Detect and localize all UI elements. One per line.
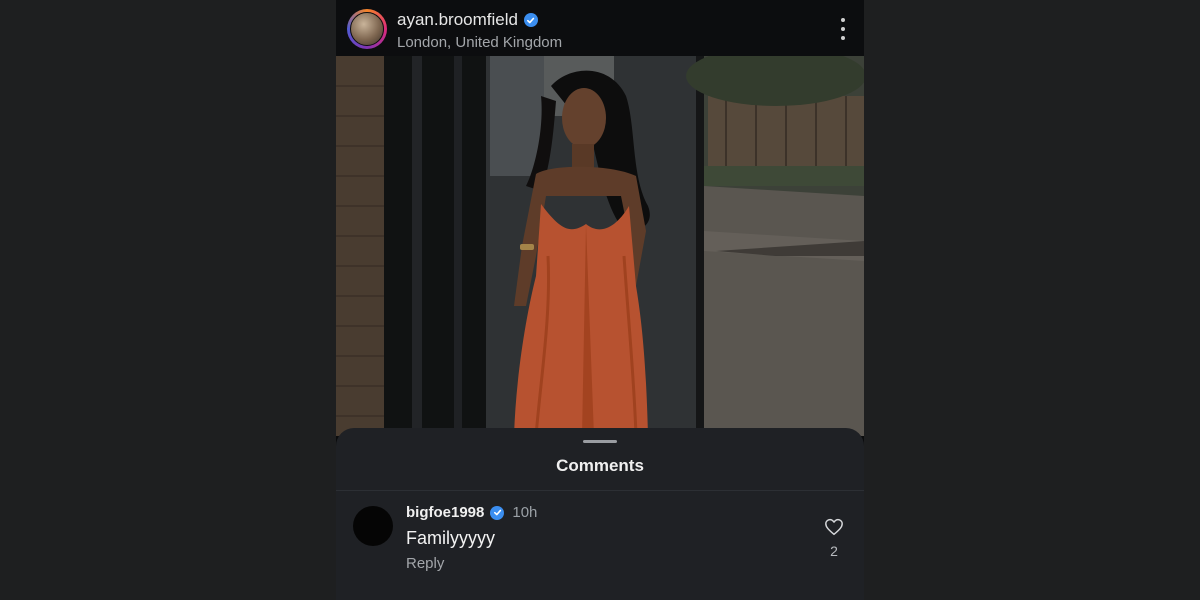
comment-timestamp: 10h: [512, 504, 538, 521]
username-row: ayan.broomfield: [397, 10, 538, 30]
instagram-post-view: ayan.broomfield London, United Kingdom C…: [336, 0, 864, 600]
post-photo[interactable]: [336, 56, 864, 436]
post-username[interactable]: ayan.broomfield: [397, 10, 518, 30]
post-location[interactable]: London, United Kingdom: [397, 34, 562, 51]
comment-text: Familyyyyy: [406, 528, 495, 548]
comments-title: Comments: [556, 456, 644, 475]
comment-header: bigfoe1998 10h: [406, 504, 537, 521]
profile-avatar[interactable]: [347, 9, 387, 49]
divider: [336, 490, 864, 491]
heart-icon[interactable]: [824, 518, 844, 536]
avatar-image: [350, 12, 384, 46]
commenter-avatar[interactable]: [353, 506, 393, 546]
more-options-icon[interactable]: [840, 18, 846, 40]
comment-username[interactable]: bigfoe1998: [406, 504, 484, 521]
sheet-drag-handle[interactable]: [583, 440, 617, 443]
verified-badge-icon: [523, 13, 538, 27]
reply-button[interactable]: Reply: [406, 555, 444, 572]
post-header: ayan.broomfield London, United Kingdom: [336, 0, 864, 56]
comments-sheet: Comments bigfoe1998 10h Familyyyyy Reply…: [336, 428, 864, 600]
like-count: 2: [830, 543, 838, 559]
verified-badge-icon: [490, 505, 505, 520]
